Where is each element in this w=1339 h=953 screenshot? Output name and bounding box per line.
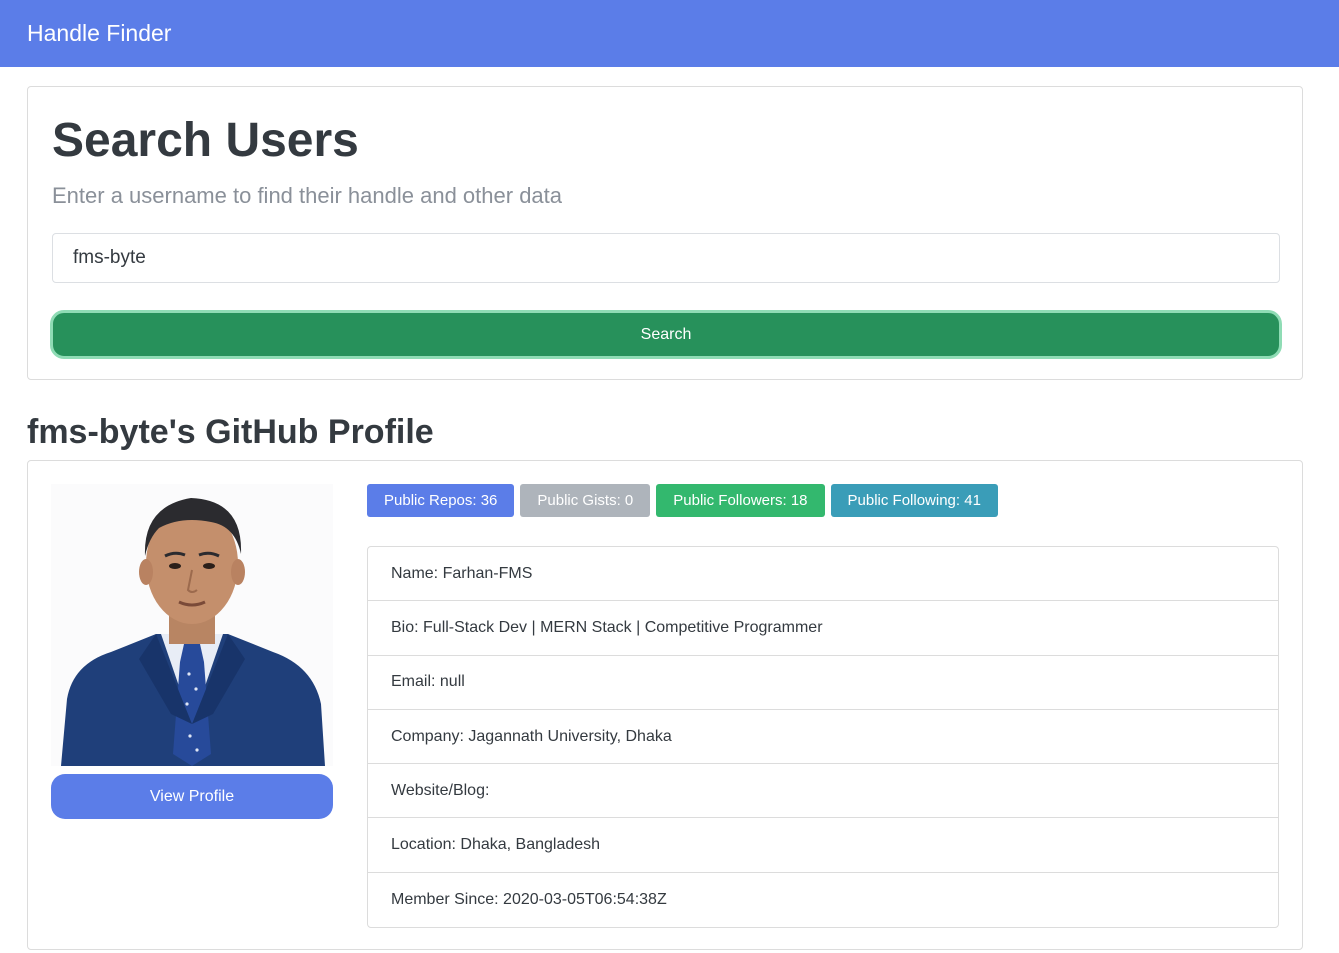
avatar	[51, 484, 333, 766]
navbar: Handle Finder	[0, 0, 1339, 67]
public-gists-badge: Public Gists: 0	[520, 484, 651, 517]
detail-email: Email: null	[368, 656, 1278, 710]
search-title: Search Users	[52, 114, 359, 167]
view-profile-button[interactable]: View Profile	[51, 774, 333, 819]
public-followers-badge: Public Followers: 18	[656, 484, 825, 517]
detail-company: Company: Jagannath University, Dhaka	[368, 710, 1278, 765]
detail-website: Website/Blog:	[368, 764, 1278, 819]
detail-bio: Bio: Full-Stack Dev | MERN Stack | Compe…	[368, 601, 1278, 656]
detail-member-since: Member Since: 2020-03-05T06:54:38Z	[391, 890, 667, 908]
profile-heading: fms-byte's GitHub Profile	[27, 413, 434, 451]
search-subtitle: Enter a username to find their handle an…	[52, 183, 563, 208]
detail-location: Location: Dhaka, Bangladesh	[368, 818, 1278, 873]
detail-name: Name: Farhan-FMS	[368, 547, 1278, 602]
brand-link[interactable]: Handle Finder	[27, 20, 171, 47]
profile-details-list: Name: Farhan-FMS Bio: Full-Stack Dev | M…	[367, 546, 1279, 929]
search-card: Search Users Enter a username to find th…	[27, 86, 1303, 380]
stats-badges: Public Repos: 36 Public Gists: 0 Public …	[367, 484, 998, 517]
search-button[interactable]: Search	[50, 310, 1282, 359]
avatar-image	[51, 484, 333, 766]
username-input[interactable]	[52, 233, 1280, 283]
public-following-badge: Public Following: 41	[830, 484, 998, 517]
profile-card: View Profile Public Repos: 36 Public Gis…	[27, 460, 1303, 950]
public-repos-badge: Public Repos: 36	[367, 484, 515, 517]
